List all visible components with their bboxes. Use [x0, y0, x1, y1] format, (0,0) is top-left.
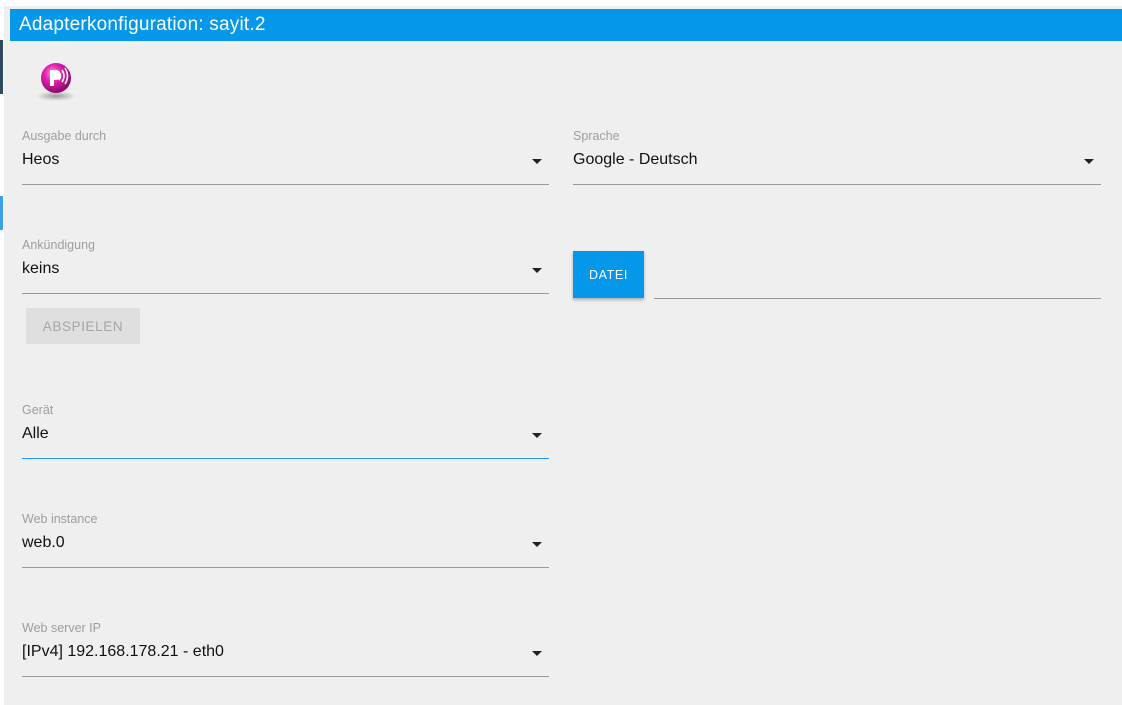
chevron-down-icon[interactable]: [532, 651, 542, 656]
dialog-title: Adapterkonfiguration: sayit.2: [19, 14, 266, 35]
screen: Adapterkonfiguration: sayit.2 Ausgabe du…: [0, 0, 1122, 705]
chevron-down-icon[interactable]: [532, 433, 542, 438]
chevron-down-icon[interactable]: [532, 268, 542, 273]
chevron-down-icon[interactable]: [532, 542, 542, 547]
dialog-titlebar: Adapterkonfiguration: sayit.2: [10, 9, 1122, 41]
sprache-value: Google - Deutsch: [573, 151, 698, 168]
sprache-select[interactable]: Sprache Google - Deutsch: [573, 129, 1101, 189]
geraet-value: Alle: [22, 425, 49, 442]
background-window-edge-accent: [0, 196, 3, 230]
web-server-ip-value: [IPv4] 192.168.178.21 - eth0: [22, 643, 224, 660]
ankuendigung-underline: [22, 293, 549, 294]
ausgabe-value: Heos: [22, 151, 60, 168]
ausgabe-underline: [22, 184, 549, 185]
chevron-down-icon[interactable]: [1084, 159, 1094, 164]
web-server-ip-underline: [22, 676, 549, 677]
ankuendigung-label: Ankündigung: [22, 238, 95, 252]
geraet-select[interactable]: Gerät Alle: [22, 403, 549, 463]
web-server-ip-label: Web server IP: [22, 621, 101, 635]
ankuendigung-value: keins: [22, 260, 60, 277]
ausgabe-label: Ausgabe durch: [22, 129, 107, 143]
geraet-label: Gerät: [22, 403, 54, 417]
chevron-down-icon[interactable]: [532, 159, 542, 164]
web-instance-value: web.0: [22, 534, 65, 551]
web-instance-label: Web instance: [22, 512, 98, 526]
sayit-logo-icon: [32, 56, 80, 104]
background-window-edge: [0, 40, 3, 94]
ausgabe-select[interactable]: Ausgabe durch Heos: [22, 129, 549, 189]
file-name-input[interactable]: [654, 298, 1101, 299]
adapter-config-dialog: Adapterkonfiguration: sayit.2 Ausgabe du…: [4, 6, 1122, 705]
web-instance-underline: [22, 567, 549, 568]
abspielen-button[interactable]: ABSPIELEN: [26, 308, 140, 344]
datei-button[interactable]: DATEI: [573, 251, 644, 298]
web-server-ip-select[interactable]: Web server IP [IPv4] 192.168.178.21 - et…: [22, 621, 549, 681]
sprache-underline: [573, 184, 1101, 185]
geraet-underline: [22, 458, 549, 459]
ankuendigung-select[interactable]: Ankündigung keins: [22, 238, 549, 298]
web-instance-select[interactable]: Web instance web.0: [22, 512, 549, 572]
sprache-label: Sprache: [573, 129, 620, 143]
